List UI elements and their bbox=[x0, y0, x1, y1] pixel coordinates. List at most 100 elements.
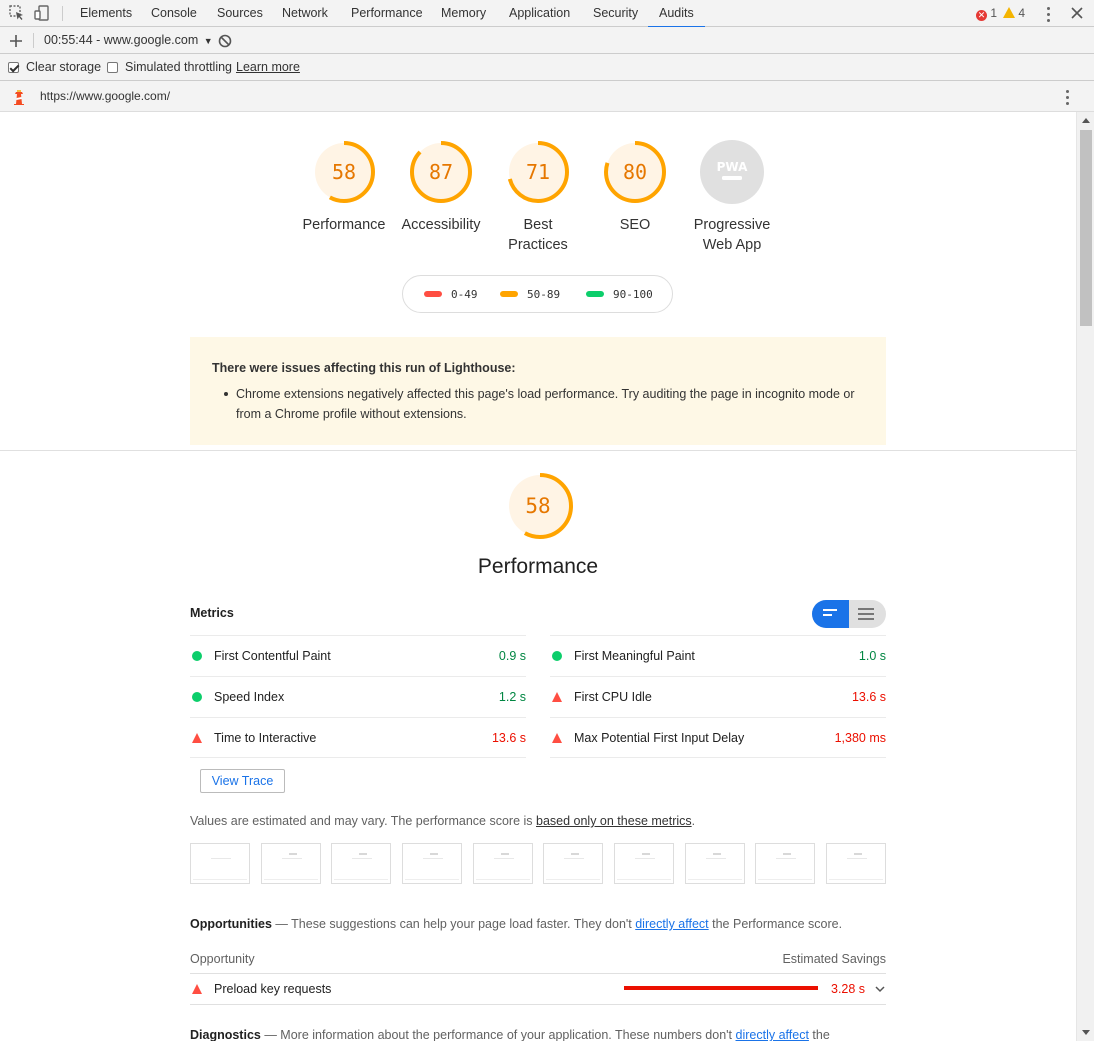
filmstrip-frame bbox=[685, 843, 745, 884]
tab-console[interactable]: Console bbox=[151, 0, 197, 27]
legend-pass: 90-100 bbox=[586, 276, 653, 314]
gauge-seo-label: SEO bbox=[580, 215, 690, 235]
pwa-badge-icon: PWA bbox=[700, 140, 764, 204]
gauge-accessibility-label-line1: Accessibility bbox=[401, 217, 481, 233]
opportunity-savings: 3.28 s bbox=[831, 982, 866, 996]
scrollbar-thumb[interactable] bbox=[1080, 130, 1092, 326]
scroll-up-arrow-icon[interactable] bbox=[1082, 118, 1090, 123]
opportunities-header: Opportunities — These suggestions can he… bbox=[190, 917, 842, 931]
metric-value: 1.2 s bbox=[498, 690, 526, 704]
metric-speed-index: Speed Index 1.2 s bbox=[190, 676, 526, 717]
devtools-tab-bar: Elements Console Sources Network Perform… bbox=[0, 0, 1094, 28]
metrics-heading: Metrics bbox=[190, 606, 234, 620]
tab-elements[interactable]: Elements bbox=[80, 0, 132, 27]
compact-view-button[interactable] bbox=[812, 600, 849, 628]
view-trace-button[interactable]: View Trace bbox=[200, 769, 285, 793]
inspect-element-icon[interactable] bbox=[9, 5, 25, 21]
opportunity-preload-key-requests[interactable]: Preload key requests 3.28 s bbox=[190, 974, 886, 1005]
filmstrip-frame bbox=[473, 843, 533, 884]
report-url-bar: https://www.google.com/ bbox=[0, 81, 1094, 112]
legend-average-swatch bbox=[500, 291, 518, 297]
metric-name: First Meaningful Paint bbox=[574, 649, 695, 663]
gauge-pwa[interactable]: PWA bbox=[699, 139, 765, 205]
warning-icon bbox=[1003, 7, 1015, 18]
metric-name: First Contentful Paint bbox=[214, 649, 331, 663]
metric-name: Time to Interactive bbox=[214, 731, 317, 745]
expand-chevron-icon[interactable] bbox=[874, 983, 886, 998]
legend-pass-swatch bbox=[586, 291, 604, 297]
gauge-best-practices[interactable]: 71 bbox=[505, 139, 571, 205]
fail-icon bbox=[552, 692, 562, 702]
warning-item: Chrome extensions negatively affected th… bbox=[224, 384, 866, 424]
device-toolbar-icon[interactable] bbox=[34, 5, 50, 21]
lighthouse-icon bbox=[12, 89, 28, 105]
tab-application[interactable]: Application bbox=[509, 0, 570, 27]
performance-section-title: Performance bbox=[477, 555, 599, 578]
estimated-note: Values are estimated and may vary. The p… bbox=[190, 814, 695, 828]
tab-memory[interactable]: Memory bbox=[441, 0, 486, 27]
clear-storage-label: Clear storage bbox=[26, 60, 102, 74]
metric-name: Max Potential First Input Delay bbox=[574, 731, 745, 745]
diagnostics-desc-end: the bbox=[808, 1028, 830, 1041]
directly-affect-link[interactable]: directly affect bbox=[635, 917, 708, 931]
estimated-note-text: Values are estimated and may vary. The p… bbox=[190, 814, 536, 828]
savings-bar bbox=[624, 986, 818, 990]
report-menu-icon[interactable] bbox=[1066, 90, 1069, 108]
pwa-badge-text: PWA bbox=[717, 160, 748, 174]
gauge-seo-label-line1: SEO bbox=[619, 217, 651, 233]
tab-performance[interactable]: Performance bbox=[351, 0, 423, 27]
col-estimated-savings: Estimated Savings bbox=[782, 952, 886, 966]
gauge-pwa-label-line2: Web App bbox=[702, 237, 762, 253]
warning-count: 4 bbox=[1018, 6, 1026, 20]
diagnostics-desc: — More information about the performance… bbox=[260, 1028, 736, 1041]
directly-affect-link[interactable]: directly affect bbox=[736, 1028, 809, 1041]
warning-counter[interactable]: 4 bbox=[1003, 6, 1025, 21]
lighthouse-report: 58 Performance 87 Accessibility 71 Best … bbox=[0, 112, 1076, 1041]
gauge-pwa-label-line1: Progressive bbox=[693, 217, 771, 233]
metrics-docs-link[interactable]: based only on these metrics bbox=[536, 814, 692, 828]
gauge-performance[interactable]: 58 bbox=[311, 139, 377, 205]
error-count: 1 bbox=[990, 6, 998, 20]
new-audit-plus-icon[interactable] bbox=[8, 33, 24, 49]
filmstrip-frame bbox=[614, 843, 674, 884]
toolbar-divider bbox=[62, 6, 63, 21]
gauge-best-practices-label-line2: Practices bbox=[508, 237, 568, 253]
gauge-seo-score: 80 bbox=[622, 160, 648, 184]
learn-more-link[interactable]: Learn more bbox=[236, 54, 300, 81]
gauge-seo[interactable]: 80 bbox=[602, 139, 668, 205]
simulated-throttling-checkbox[interactable] bbox=[107, 62, 118, 73]
metric-value: 0.9 s bbox=[498, 649, 526, 663]
gauge-performance-score: 58 bbox=[331, 160, 357, 184]
col-opportunity: Opportunity bbox=[190, 952, 255, 966]
metrics-view-toggle[interactable] bbox=[812, 600, 886, 628]
report-selector[interactable]: 00:55:44 - www.google.com ▼ bbox=[44, 27, 213, 55]
tab-audits[interactable]: Audits bbox=[648, 0, 705, 28]
tab-security[interactable]: Security bbox=[593, 0, 638, 27]
clear-reports-icon[interactable] bbox=[217, 33, 233, 49]
filmstrip-frame bbox=[826, 843, 886, 884]
customize-menu-icon[interactable] bbox=[1047, 7, 1050, 25]
metric-value: 13.6 s bbox=[491, 731, 526, 745]
error-counter[interactable]: ✕ 1 bbox=[976, 6, 997, 21]
opportunities-column-headers: Opportunity Estimated Savings bbox=[190, 952, 886, 974]
expanded-view-icon[interactable] bbox=[858, 608, 874, 623]
gauge-accessibility[interactable]: 87 bbox=[408, 139, 474, 205]
clear-storage-checkbox[interactable] bbox=[8, 62, 19, 73]
filmstrip-frame bbox=[261, 843, 321, 884]
close-devtools-icon[interactable] bbox=[1069, 5, 1085, 21]
gauge-performance-label: Performance bbox=[289, 215, 399, 235]
scroll-down-arrow-icon[interactable] bbox=[1082, 1030, 1090, 1035]
tab-sources[interactable]: Sources bbox=[217, 0, 263, 27]
tab-network[interactable]: Network bbox=[282, 0, 328, 27]
filmstrip-frame bbox=[543, 843, 603, 884]
diagnostics-header: Diagnostics — More information about the… bbox=[190, 1028, 830, 1041]
simulated-throttling-label: Simulated throttling bbox=[125, 60, 233, 74]
legend-fail-label: 0-49 bbox=[451, 288, 478, 301]
section-divider bbox=[0, 450, 1076, 451]
report-scrollbar[interactable] bbox=[1076, 112, 1094, 1041]
filmstrip-frame bbox=[331, 843, 391, 884]
metric-max-potential-fid: Max Potential First Input Delay 1,380 ms bbox=[550, 717, 886, 758]
audit-options-bar: Clear storage Simulated throttling Learn… bbox=[0, 54, 1094, 81]
metric-first-cpu-idle: First CPU Idle 13.6 s bbox=[550, 676, 886, 717]
fail-icon bbox=[192, 984, 202, 994]
